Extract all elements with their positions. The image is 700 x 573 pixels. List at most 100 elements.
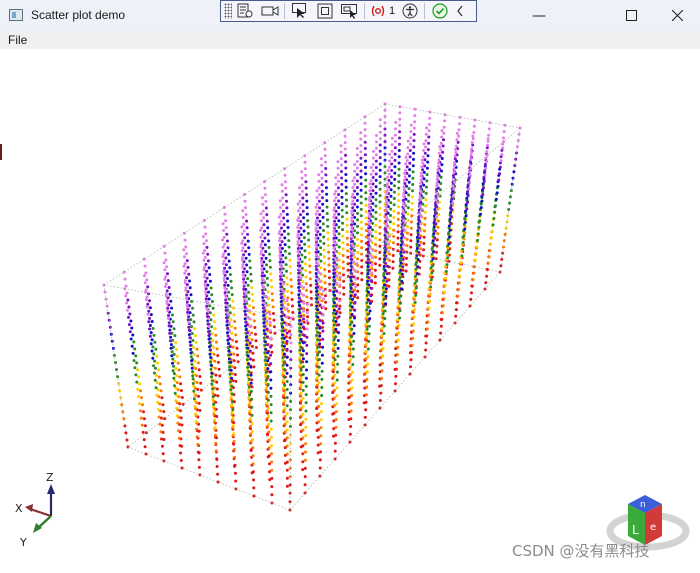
scatter-point <box>412 157 415 161</box>
scatter-point <box>419 191 423 195</box>
scatter-point <box>315 202 319 206</box>
binding-failures-button[interactable] <box>370 3 386 19</box>
scatter-point <box>502 136 505 140</box>
collapse-toolbar-button[interactable] <box>455 3 465 19</box>
scatter-point <box>233 455 237 459</box>
scatter-point <box>205 269 209 273</box>
scatter-point <box>401 265 405 269</box>
scatter-point <box>282 386 285 390</box>
scatter-point <box>385 189 389 193</box>
scatter-point <box>337 323 341 327</box>
scatter-point <box>299 330 303 334</box>
scatter-point <box>167 314 170 317</box>
scatter-point <box>369 166 373 169</box>
scatter-point <box>285 460 289 464</box>
close-button[interactable] <box>654 0 700 31</box>
scatter-point <box>282 282 286 286</box>
plot-viewport[interactable]: Z X Y n L e <box>0 49 700 569</box>
scatter-point <box>261 209 265 213</box>
scatter-point <box>213 359 217 363</box>
scatter-point <box>225 316 228 320</box>
scatter-point <box>283 180 287 184</box>
scatter-point <box>372 149 375 153</box>
select-element-button[interactable] <box>290 3 309 19</box>
scatter-point <box>190 325 193 329</box>
scatter-point <box>250 422 254 425</box>
debug-toolbar[interactable]: 1 <box>220 0 477 22</box>
maximize-button[interactable] <box>608 0 654 31</box>
scatter-point <box>301 349 305 353</box>
scatter-point <box>414 274 417 278</box>
scatter-point <box>323 147 327 151</box>
track-focus-button[interactable] <box>340 3 359 19</box>
menu-file[interactable]: File <box>8 33 27 47</box>
scatter-point <box>233 326 237 330</box>
scatter-point <box>286 303 290 306</box>
scatter-point <box>211 405 215 409</box>
scatter-point <box>213 366 217 370</box>
scatter-point <box>403 228 407 232</box>
toolbar-grip[interactable] <box>224 3 232 19</box>
display-layout-adorners-button[interactable] <box>315 3 334 19</box>
scatter-point <box>207 317 211 321</box>
scatter-point <box>344 179 348 183</box>
scatter-point <box>242 287 246 291</box>
scatter-point <box>123 277 127 281</box>
scatter-point <box>397 186 401 190</box>
scatter-point <box>166 309 170 313</box>
scatter-point <box>299 284 303 288</box>
scatter-point <box>229 318 233 322</box>
scatter-point <box>332 229 336 233</box>
scatter-point <box>305 327 309 331</box>
scatter-point <box>353 176 357 180</box>
scatter-point <box>281 378 285 382</box>
scatter-point <box>215 457 219 461</box>
scatter-point <box>468 173 472 177</box>
scatter-point <box>263 186 267 190</box>
scatter-point <box>202 242 206 246</box>
scatter-point <box>281 260 285 264</box>
scatter-point <box>318 233 322 236</box>
scatter-point <box>341 228 345 232</box>
scatter-point <box>173 391 177 395</box>
scatter-point <box>195 427 199 431</box>
scatter-point <box>366 265 370 269</box>
scatter-point <box>334 410 338 414</box>
scatter-point <box>335 266 339 270</box>
scatter-point <box>383 317 387 321</box>
scatter-point <box>334 425 338 429</box>
scatter-point <box>317 389 321 393</box>
scatter-point <box>248 259 252 263</box>
scatter-point <box>314 226 318 230</box>
scatter-point <box>241 265 245 269</box>
scatter-point <box>352 252 356 256</box>
scatter-point <box>433 236 437 240</box>
scatter-plot-3d[interactable]: Z X Y n L e <box>0 49 700 569</box>
scatter-point <box>349 425 353 428</box>
scatter-point <box>285 339 289 343</box>
scatter-point <box>468 163 472 167</box>
scatter-point <box>463 220 467 224</box>
scatter-point <box>300 253 304 257</box>
minimize-button[interactable]: — <box>516 0 562 31</box>
scatter-point <box>278 236 282 240</box>
scatter-point <box>154 386 158 390</box>
hot-reload-button[interactable] <box>430 3 449 19</box>
scatter-point <box>321 345 325 349</box>
live-visual-tree-button[interactable] <box>235 3 254 19</box>
scatter-point <box>332 345 336 349</box>
scatter-point <box>191 339 195 342</box>
scatter-point <box>320 189 324 193</box>
record-button[interactable] <box>260 3 279 19</box>
scatter-point <box>190 366 194 370</box>
scatter-point <box>409 239 413 243</box>
scatter-point <box>289 278 293 282</box>
scatter-point <box>332 316 336 320</box>
scatter-point <box>203 255 207 259</box>
y-axis-line <box>37 515 52 529</box>
scatter-point <box>466 190 470 194</box>
accessibility-button[interactable] <box>400 3 419 19</box>
scatter-point <box>319 410 323 414</box>
scatter-point <box>225 232 229 236</box>
scatter-point <box>425 179 429 183</box>
